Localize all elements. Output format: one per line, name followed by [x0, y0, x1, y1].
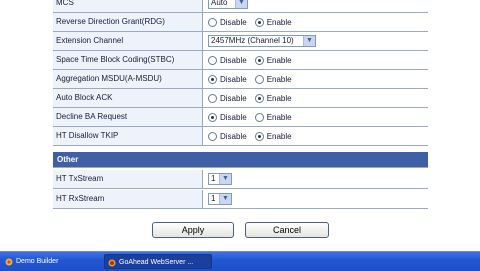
- taskbar-demo-builder-label: Demo Builder: [16, 258, 59, 265]
- amsdu-enable-label: Enable: [266, 74, 292, 84]
- ht-txstream-label: HT TxStream: [53, 170, 203, 188]
- auto-block-ack-disable-label: Disable: [220, 93, 247, 103]
- other-section-header: Other: [53, 152, 428, 168]
- stbc-row: Space Time Block Coding(STBC) Disable En…: [53, 51, 428, 70]
- rdg-enable-label: Enable: [266, 17, 292, 27]
- ht-disallow-tkip-disable-label: Disable: [220, 131, 247, 141]
- auto-block-ack-enable-radio[interactable]: [254, 93, 264, 103]
- stbc-disable-label: Disable: [220, 55, 247, 65]
- auto-block-ack-row: Auto Block ACK Disable Enable: [53, 89, 428, 108]
- decline-ba-enable-label: Enable: [266, 112, 292, 122]
- amsdu-disable-label: Disable: [220, 74, 247, 84]
- chevron-down-icon: ▼: [219, 194, 231, 204]
- decline-ba-row: Decline BA Request Disable Enable: [53, 108, 428, 127]
- mcs-select[interactable]: Auto ▼: [208, 0, 248, 9]
- stbc-enable-label: Enable: [266, 55, 292, 65]
- ht-txstream-row: HT TxStream 1 ▼: [53, 170, 428, 189]
- amsdu-row: Aggregation MSDU(A-MSDU) Disable Enable: [53, 70, 428, 89]
- amsdu-label: Aggregation MSDU(A-MSDU): [53, 70, 203, 88]
- extension-channel-value: 2457MHz (Channel 10): [211, 36, 294, 45]
- decline-ba-label: Decline BA Request: [53, 108, 203, 126]
- extension-channel-select[interactable]: 2457MHz (Channel 10) ▼: [208, 35, 316, 47]
- decline-ba-disable-radio[interactable]: [208, 112, 217, 122]
- extension-channel-row: Extension Channel 2457MHz (Channel 10) ▼: [53, 32, 428, 51]
- apply-button[interactable]: Apply: [152, 222, 234, 238]
- extension-channel-label: Extension Channel: [53, 32, 203, 50]
- cancel-button[interactable]: Cancel: [245, 222, 329, 238]
- ht-disallow-tkip-disable-radio[interactable]: [208, 131, 217, 141]
- chevron-down-icon: ▼: [235, 0, 247, 8]
- amsdu-disable-radio[interactable]: [208, 74, 217, 84]
- rdg-row: Reverse Direction Grant(RDG) Disable Ena…: [53, 13, 428, 32]
- mcs-label: MCS: [53, 0, 203, 12]
- chevron-down-icon: ▼: [303, 36, 315, 46]
- ht-rxstream-row: HT RxStream 1 ▼: [53, 190, 428, 209]
- mcs-row: MCS Auto ▼: [53, 0, 428, 13]
- rdg-enable-radio[interactable]: [254, 17, 264, 27]
- ht-rxstream-label: HT RxStream: [53, 190, 203, 208]
- ht-txstream-value: 1: [211, 174, 216, 183]
- ht-txstream-select[interactable]: 1 ▼: [208, 173, 232, 185]
- taskbar-goahead-label: GoAhead WebServer ...: [119, 259, 194, 266]
- goahead-icon: [108, 259, 116, 267]
- demo-builder-icon: [5, 258, 13, 266]
- auto-block-ack-label: Auto Block ACK: [53, 89, 203, 107]
- taskbar-demo-builder[interactable]: Demo Builder: [2, 254, 94, 269]
- auto-block-ack-disable-radio[interactable]: [208, 93, 217, 103]
- decline-ba-enable-radio[interactable]: [254, 112, 264, 122]
- stbc-disable-radio[interactable]: [208, 55, 217, 65]
- mcs-select-value: Auto: [211, 0, 228, 7]
- rdg-disable-label: Disable: [220, 17, 247, 27]
- ht-disallow-tkip-enable-radio[interactable]: [254, 131, 264, 141]
- amsdu-enable-radio[interactable]: [254, 74, 264, 84]
- taskbar: Demo Builder GoAhead WebServer ...: [0, 251, 480, 271]
- ht-disallow-tkip-enable-label: Enable: [266, 131, 292, 141]
- ht-rxstream-select[interactable]: 1 ▼: [208, 193, 232, 205]
- decline-ba-disable-label: Disable: [220, 112, 247, 122]
- ht-rxstream-value: 1: [211, 194, 216, 203]
- rdg-label: Reverse Direction Grant(RDG): [53, 13, 203, 31]
- ht-disallow-tkip-label: HT Disallow TKIP: [53, 127, 203, 145]
- ht-disallow-tkip-row: HT Disallow TKIP Disable Enable: [53, 127, 428, 146]
- taskbar-goahead-webserver[interactable]: GoAhead WebServer ...: [104, 254, 212, 269]
- stbc-label: Space Time Block Coding(STBC): [53, 51, 203, 69]
- auto-block-ack-enable-label: Enable: [266, 93, 292, 103]
- stbc-enable-radio[interactable]: [254, 55, 264, 65]
- chevron-down-icon: ▼: [219, 174, 231, 184]
- rdg-disable-radio[interactable]: [208, 17, 217, 27]
